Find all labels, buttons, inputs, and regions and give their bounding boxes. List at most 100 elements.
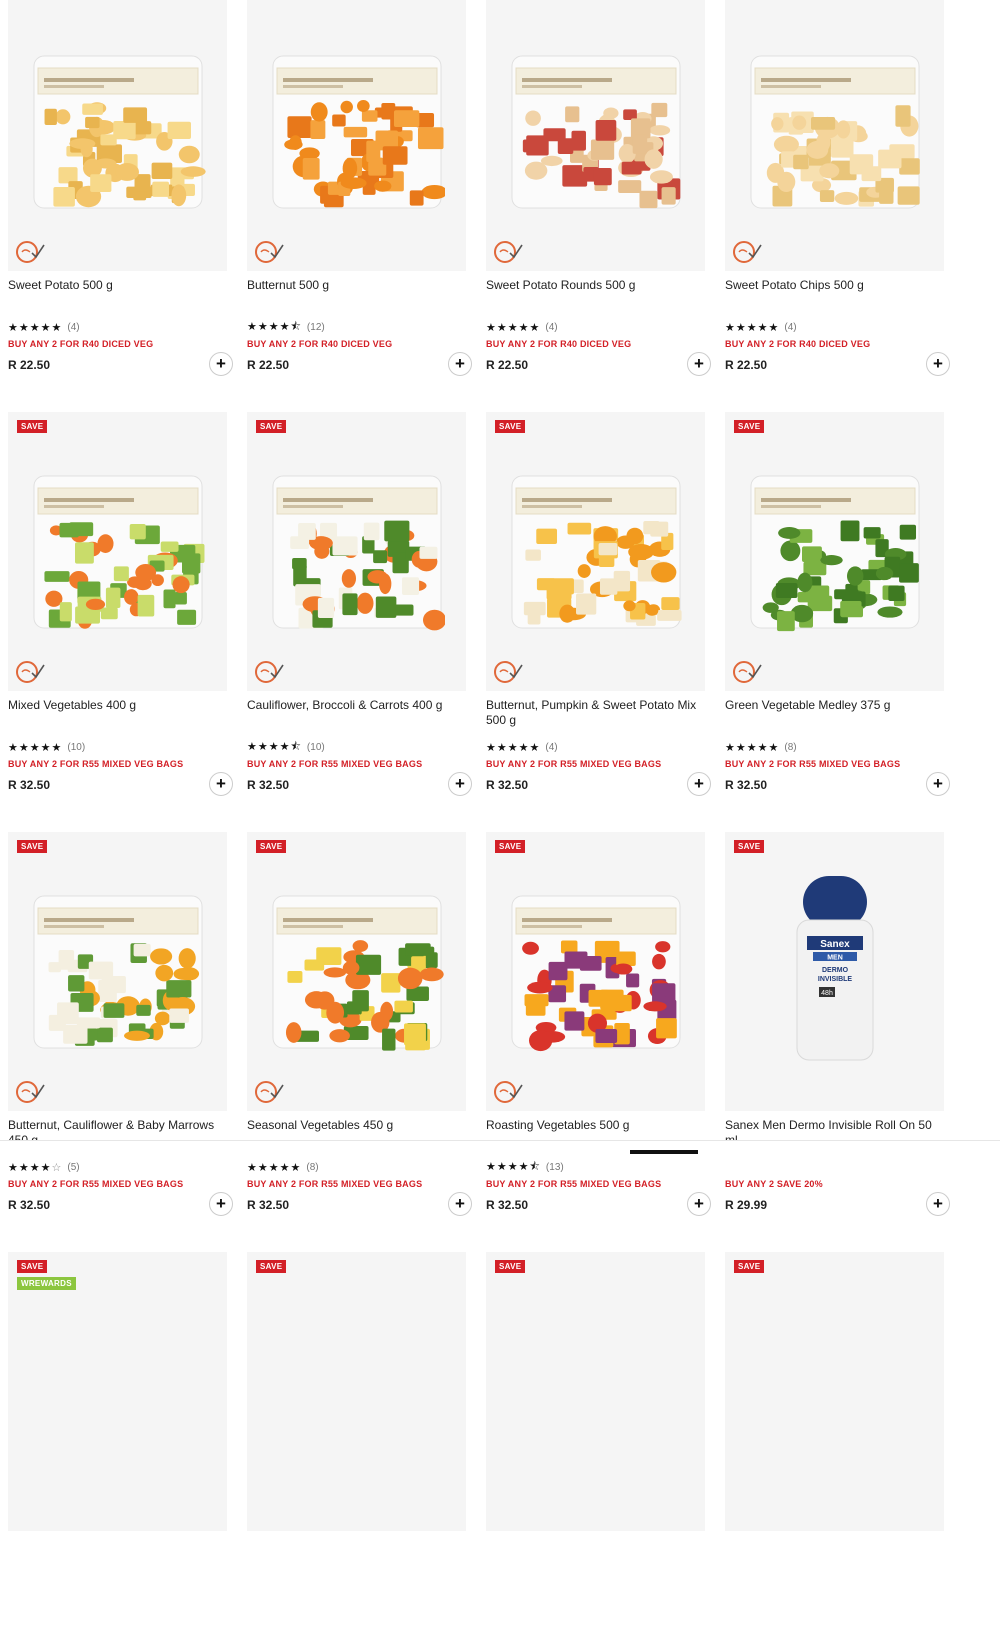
product-rating: ★★★★★ (4)	[486, 740, 558, 754]
product-name[interactable]: Sweet Potato Chips 500 g	[725, 278, 940, 293]
product-image-box[interactable]: SAVE	[486, 832, 705, 1111]
product-card[interactable]: SAVE	[725, 1252, 944, 1652]
product-price: R 22.50	[247, 358, 290, 372]
review-count: (12)	[306, 321, 325, 333]
add-to-cart-button[interactable]: +	[687, 772, 711, 796]
product-card[interactable]: SAVE Seasonal Vegetables 450 g ★★★★★ (8) BUY…	[247, 832, 472, 1232]
wrewards-badge: WREWARDS	[17, 1277, 76, 1290]
add-to-cart-button[interactable]: +	[926, 772, 950, 796]
review-count: (4)	[784, 321, 797, 333]
review-count: (8)	[306, 1161, 319, 1173]
product-price: R 22.50	[8, 358, 51, 372]
add-to-cart-button[interactable]: +	[926, 1192, 950, 1216]
product-image-box[interactable]: SAVE	[8, 412, 227, 691]
promo-text[interactable]: BUY ANY 2 FOR R55 MIXED VEG BAGS	[486, 759, 661, 769]
add-to-cart-button[interactable]: +	[209, 1192, 233, 1216]
quality-check-icon	[494, 661, 523, 683]
save-badge: SAVE	[495, 1260, 526, 1273]
product-price: R 22.50	[725, 358, 768, 372]
product-image-box[interactable]: SAVE	[725, 1252, 944, 1531]
product-name[interactable]: Roasting Vegetables 500 g	[486, 1118, 701, 1133]
add-to-cart-button[interactable]: +	[209, 772, 233, 796]
product-image	[272, 55, 445, 209]
product-card[interactable]: SAVE Cauliflower, Broccoli & Carrots 400 …	[247, 412, 472, 812]
product-card[interactable]: Sweet Potato Chips 500 g ★★★★★ (4) BUY ANY …	[725, 0, 950, 392]
product-rating: ★★★★★ (4)	[8, 320, 80, 334]
promo-text[interactable]: BUY ANY 2 FOR R55 MIXED VEG BAGS	[725, 759, 900, 769]
product-image-box[interactable]: SAVE Sanex MEN DERMO INVISIBLE 48h	[725, 832, 944, 1111]
product-image-box[interactable]: SAVE	[486, 412, 705, 691]
product-card[interactable]: Butternut 500 g ★★★★⯪ (12) BUY ANY 2 FOR R4…	[247, 0, 472, 392]
quality-check-icon	[494, 1081, 523, 1103]
promo-text[interactable]: BUY ANY 2 FOR R55 MIXED VEG BAGS	[8, 1179, 183, 1189]
product-image-box[interactable]	[725, 0, 944, 271]
product-price: R 32.50	[247, 1198, 290, 1212]
product-card[interactable]: Sweet Potato 500 g ★★★★★ (4) BUY ANY 2 FOR …	[8, 0, 233, 392]
svg-text:48h: 48h	[821, 990, 833, 997]
quality-check-icon	[16, 1081, 45, 1103]
product-image-box[interactable]: SAVE WREWARDS	[8, 1252, 227, 1531]
rating-stars: ★★★★☆	[8, 1161, 63, 1174]
product-rating: ★★★★⯪ (13)	[486, 1160, 564, 1174]
product-card[interactable]: SAVE Roasting Vegetables 500 g ★★★★⯪ (13) BU…	[486, 832, 711, 1232]
product-image-box[interactable]: SAVE	[247, 412, 466, 691]
add-to-cart-button[interactable]: +	[209, 352, 233, 376]
product-image-box[interactable]	[247, 0, 466, 271]
product-image-box[interactable]: SAVE	[486, 1252, 705, 1531]
add-to-cart-button[interactable]: +	[448, 1192, 472, 1216]
promo-text[interactable]: BUY ANY 2 FOR R40 DICED VEG	[725, 339, 870, 349]
product-card[interactable]: SAVE Mixed Vegetables 400 g ★★★★★ (10) BUY A…	[8, 412, 233, 812]
promo-text[interactable]: BUY ANY 2 FOR R55 MIXED VEG BAGS	[247, 759, 422, 769]
product-name[interactable]: Cauliflower, Broccoli & Carrots 400 g	[247, 698, 462, 713]
product-image-box[interactable]	[8, 0, 227, 271]
product-rating: ★★★★★ (4)	[725, 320, 797, 334]
product-card[interactable]: SAVE Butternut, Pumpkin & Sweet Potato Mi…	[486, 412, 711, 812]
product-name[interactable]: Sweet Potato Rounds 500 g	[486, 278, 701, 293]
product-grid: Sweet Potato 500 g ★★★★★ (4) BUY ANY 2 FOR …	[8, 0, 950, 1652]
product-card[interactable]: SAVE Green Vegetable Medley 375 g ★★★★★ (8)…	[725, 412, 950, 812]
promo-text[interactable]: BUY ANY 2 FOR R40 DICED VEG	[486, 339, 631, 349]
promo-text[interactable]: BUY ANY 2 FOR R40 DICED VEG	[8, 339, 153, 349]
promo-text[interactable]: BUY ANY 2 FOR R55 MIXED VEG BAGS	[8, 759, 183, 769]
rating-stars: ★★★★★	[247, 1161, 302, 1174]
product-name[interactable]: Mixed Vegetables 400 g	[8, 698, 223, 713]
product-card[interactable]: SAVE Sanex MEN DERMO INVISIBLE 48h Sanex Men D…	[725, 832, 950, 1232]
add-to-cart-button[interactable]: +	[448, 772, 472, 796]
product-card[interactable]: SAVE	[247, 1252, 466, 1652]
product-name[interactable]: Butternut 500 g	[247, 278, 462, 293]
review-count: (8)	[784, 741, 797, 753]
product-image-box[interactable]: SAVE	[725, 412, 944, 691]
save-badge: SAVE	[495, 420, 526, 433]
rating-stars: ★★★★★	[8, 321, 63, 334]
rating-stars: ★★★★⯪	[247, 740, 302, 753]
product-image-box[interactable]: SAVE	[247, 1252, 466, 1531]
product-name[interactable]: Green Vegetable Medley 375 g	[725, 698, 940, 713]
promo-text[interactable]: BUY ANY 2 FOR R55 MIXED VEG BAGS	[486, 1179, 661, 1189]
add-to-cart-button[interactable]: +	[687, 352, 711, 376]
promo-text[interactable]: BUY ANY 2 SAVE 20%	[725, 1179, 823, 1189]
product-image-box[interactable]: SAVE	[247, 832, 466, 1111]
add-to-cart-button[interactable]: +	[687, 1192, 711, 1216]
save-badge: SAVE	[17, 840, 48, 853]
svg-text:Sanex: Sanex	[820, 939, 850, 950]
promo-text[interactable]: BUY ANY 2 FOR R55 MIXED VEG BAGS	[247, 1179, 422, 1189]
save-badge: SAVE	[734, 840, 765, 853]
svg-text:MEN: MEN	[827, 955, 843, 962]
add-to-cart-button[interactable]: +	[448, 352, 472, 376]
product-name[interactable]: Sweet Potato 500 g	[8, 278, 223, 293]
promo-text[interactable]: BUY ANY 2 FOR R40 DICED VEG	[247, 339, 392, 349]
quality-check-icon	[733, 661, 762, 683]
product-image	[33, 895, 203, 1049]
product-card[interactable]: SAVE Butternut, Cauliflower & Baby Marrow…	[8, 832, 233, 1232]
add-to-cart-button[interactable]: +	[926, 352, 950, 376]
product-rating: ★★★★⯪ (12)	[247, 320, 325, 334]
scroll-handle[interactable]	[630, 1150, 698, 1154]
product-card[interactable]: Sweet Potato Rounds 500 g ★★★★★ (4) BUY ANY…	[486, 0, 711, 392]
product-name[interactable]: Seasonal Vegetables 450 g	[247, 1118, 462, 1133]
product-name[interactable]: Butternut, Pumpkin & Sweet Potato Mix 50…	[486, 698, 701, 728]
product-card[interactable]: SAVE	[486, 1252, 705, 1652]
product-card[interactable]: SAVE WREWARDS	[8, 1252, 227, 1652]
product-image-box[interactable]: SAVE	[8, 832, 227, 1111]
product-image-box[interactable]	[486, 0, 705, 271]
product-image: Sanex MEN DERMO INVISIBLE 48h	[796, 876, 874, 1061]
